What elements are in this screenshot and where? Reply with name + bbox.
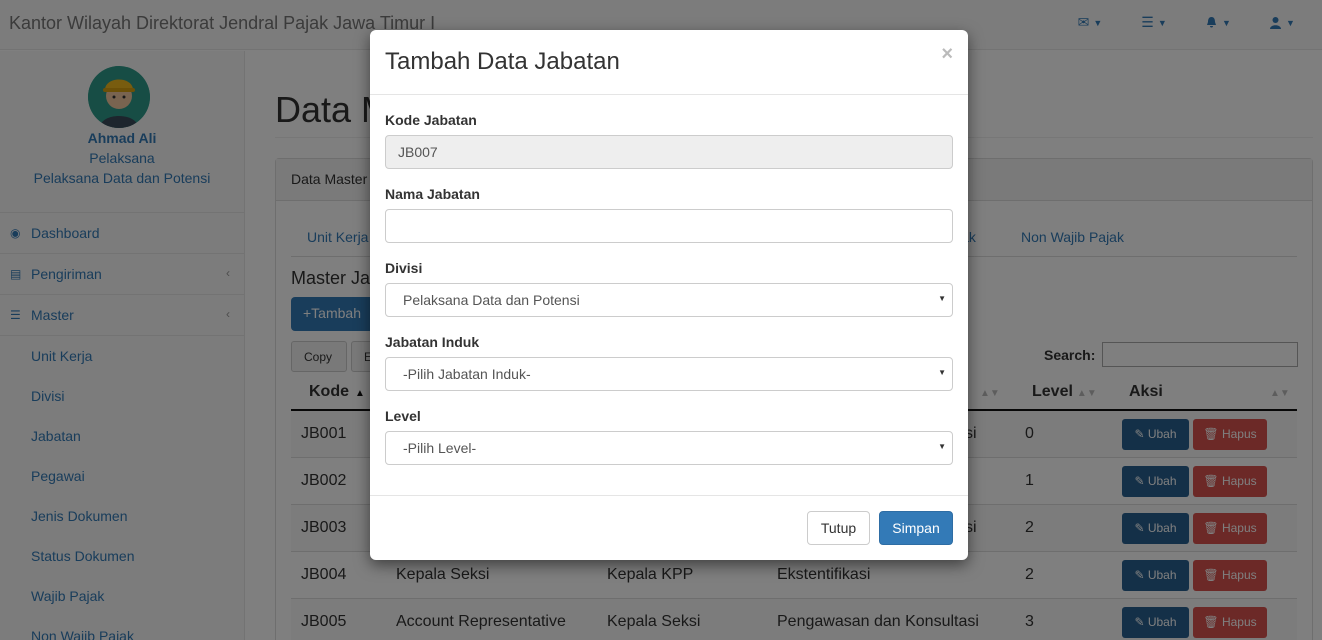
modal-footer: Tutup Simpan: [370, 495, 968, 560]
kode-jabatan-label: Kode Jabatan: [385, 112, 477, 128]
close-button[interactable]: Tutup: [807, 511, 870, 545]
level-label: Level: [385, 408, 421, 424]
close-icon[interactable]: ×: [941, 43, 953, 66]
caret-down-icon: ▼: [938, 368, 946, 377]
modal-title: Tambah Data Jabatan: [385, 48, 620, 75]
add-jabatan-modal: Tambah Data Jabatan × Kode Jabatan JB007…: [370, 30, 968, 560]
modal-header: Tambah Data Jabatan ×: [370, 30, 968, 95]
nama-jabatan-field[interactable]: [385, 209, 953, 243]
nama-jabatan-label: Nama Jabatan: [385, 186, 480, 202]
kode-jabatan-field[interactable]: JB007: [385, 135, 953, 169]
save-button[interactable]: Simpan: [879, 511, 953, 545]
divisi-select[interactable]: Pelaksana Data dan Potensi ▼: [385, 283, 953, 317]
divisi-label: Divisi: [385, 260, 423, 276]
jabatan-induk-label: Jabatan Induk: [385, 334, 480, 350]
level-select[interactable]: -Pilih Level- ▼: [385, 431, 953, 465]
jabatan-induk-select-value: -Pilih Jabatan Induk-: [403, 366, 531, 382]
caret-down-icon: ▼: [938, 294, 946, 303]
divisi-select-value: Pelaksana Data dan Potensi: [403, 292, 580, 308]
level-select-value: -Pilih Level-: [403, 440, 477, 456]
caret-down-icon: ▼: [938, 442, 946, 451]
jabatan-induk-select[interactable]: -Pilih Jabatan Induk- ▼: [385, 357, 953, 391]
